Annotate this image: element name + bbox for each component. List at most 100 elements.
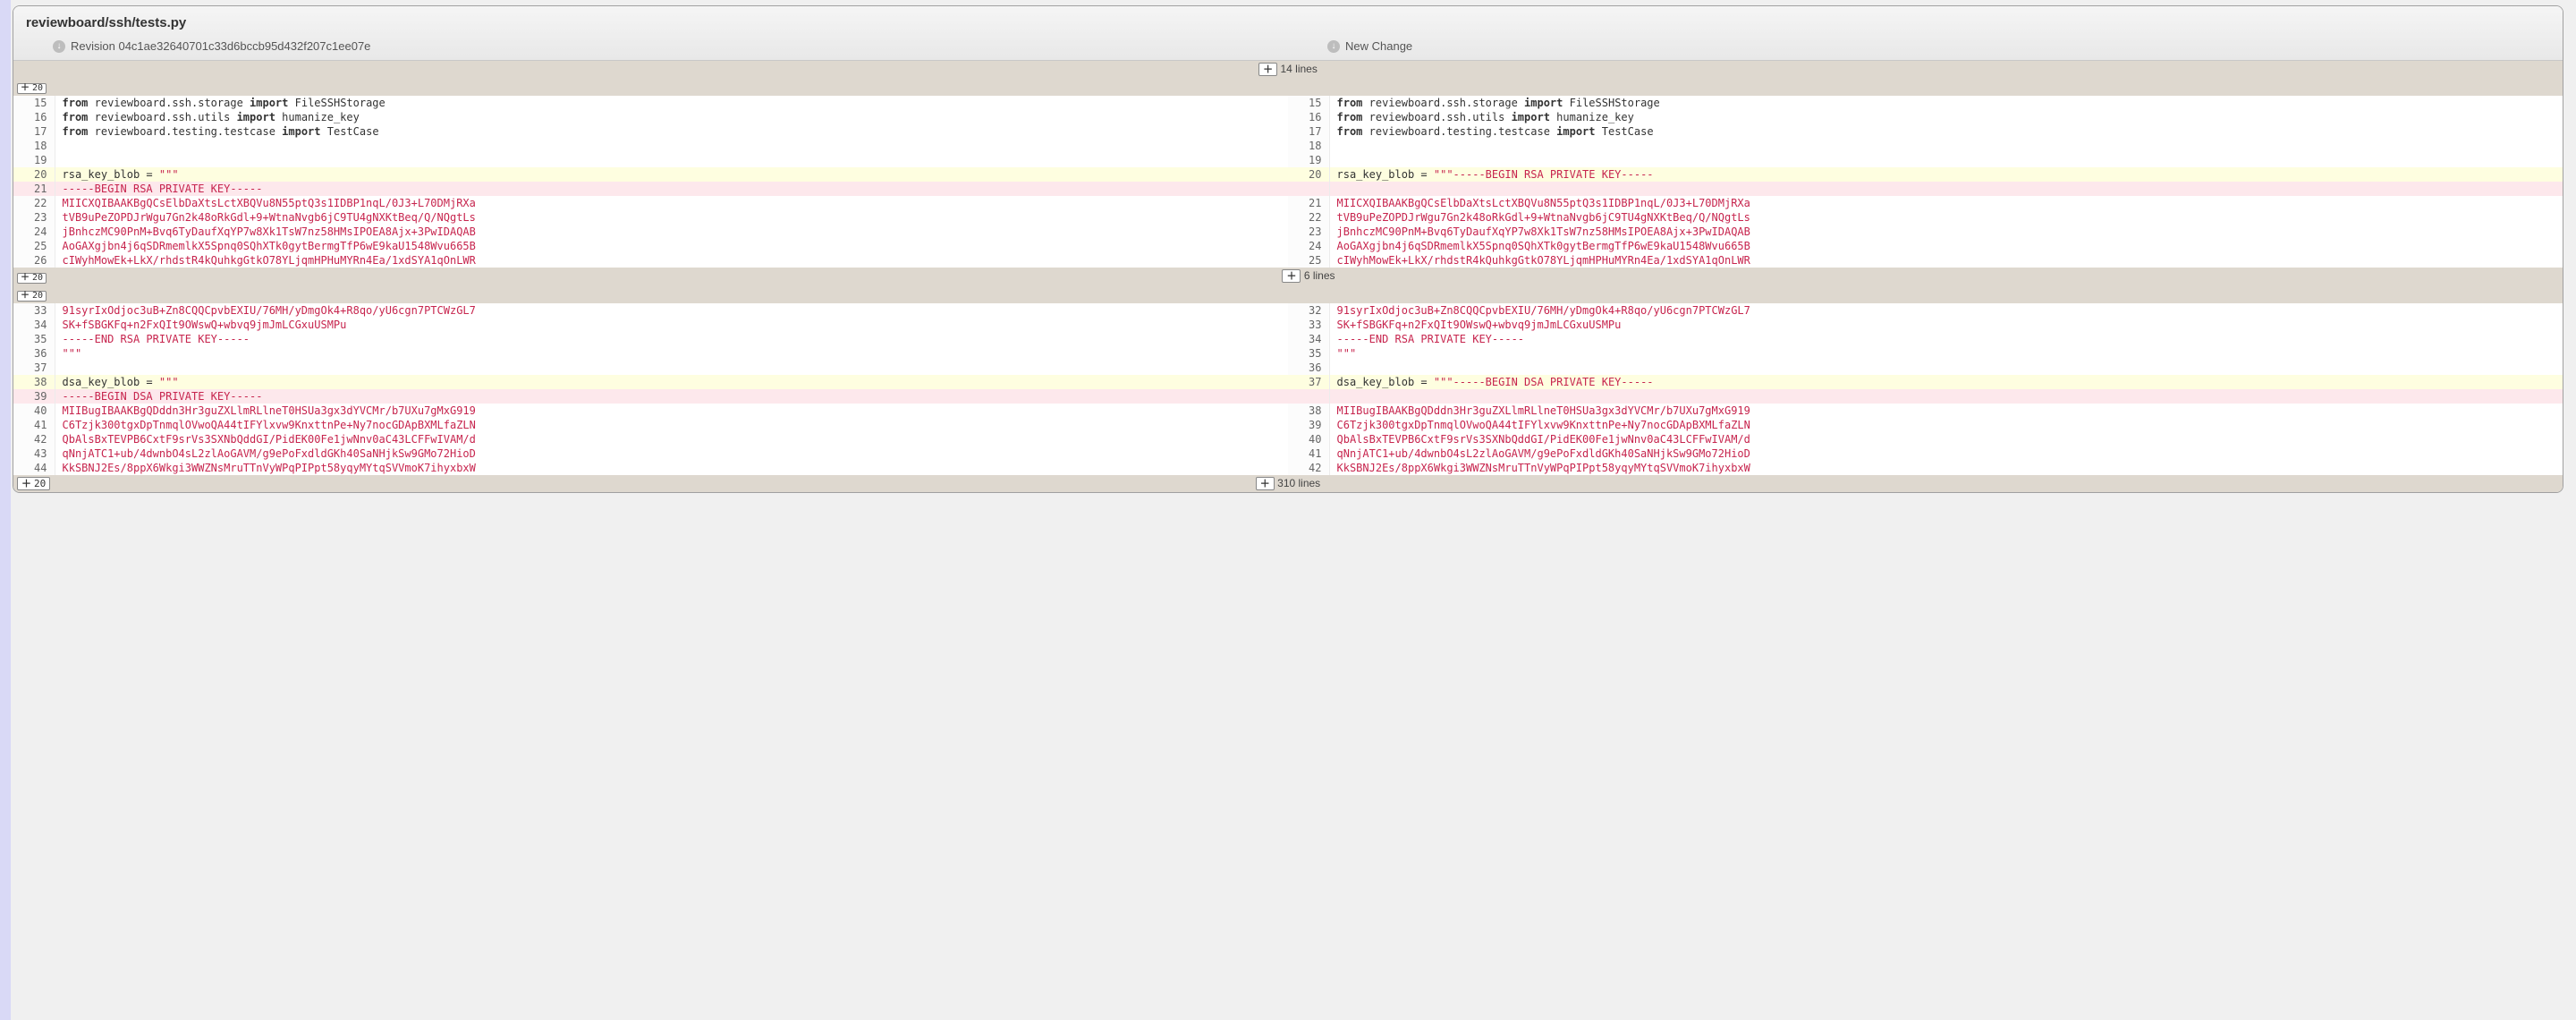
diff-row: 23tVB9uPeZOPDJrWgu7Gn2k48oRkGdl+9+WtnaNv… xyxy=(13,210,2563,225)
line-number-right[interactable]: 23 xyxy=(1288,225,1329,239)
diff-row: 42QbAlsBxTEVPB6CxtF9srVs3SXNbQddGI/PidEK… xyxy=(13,432,2563,446)
code-cell-left: rsa_key_blob = """ xyxy=(55,167,1288,182)
line-number-left[interactable]: 40 xyxy=(13,404,55,418)
line-number-right[interactable]: 36 xyxy=(1288,361,1329,375)
expand-button[interactable]: ＋ xyxy=(1282,269,1301,283)
line-number-right[interactable]: 33 xyxy=(1288,318,1329,332)
code-cell-right: -----END RSA PRIVATE KEY----- xyxy=(1329,332,2563,346)
diff-table: ＋ 14 lines ＋20 15from reviewboard.ssh.st… xyxy=(13,61,2563,475)
line-number-right[interactable]: 24 xyxy=(1288,239,1329,253)
line-number-right[interactable]: 35 xyxy=(1288,346,1329,361)
line-number-left[interactable]: 21 xyxy=(13,182,55,196)
line-number-left[interactable]: 23 xyxy=(13,210,55,225)
expand-20-button[interactable]: ＋20 xyxy=(17,83,47,94)
code-cell-right: AoGAXgjbn4j6qSDRmemlkX5Spnq0SQhXTk0gytBe… xyxy=(1329,239,2563,253)
line-number-left[interactable]: 20 xyxy=(13,167,55,182)
code-cell-left: tVB9uPeZOPDJrWgu7Gn2k48oRkGdl+9+WtnaNvgb… xyxy=(55,210,1288,225)
collapsed-hunk-top: ＋ 14 lines xyxy=(13,61,2563,78)
line-number-right[interactable] xyxy=(1288,389,1329,404)
code-cell-right: rsa_key_blob = """-----BEGIN RSA PRIVATE… xyxy=(1329,167,2563,182)
line-number-left[interactable]: 34 xyxy=(13,318,55,332)
download-icon[interactable]: ↓ xyxy=(53,40,65,53)
code-cell-left: KkSBNJ2Es/8ppX6Wkgi3WWZNsMruTTnVyWPqPIPp… xyxy=(55,461,1288,475)
line-number-right[interactable]: 20 xyxy=(1288,167,1329,182)
line-number-right[interactable]: 38 xyxy=(1288,404,1329,418)
code-cell-left: from reviewboard.testing.testcase import… xyxy=(55,124,1288,139)
line-number-left[interactable]: 44 xyxy=(13,461,55,475)
line-number-right[interactable]: 18 xyxy=(1288,139,1329,153)
line-number-left[interactable]: 17 xyxy=(13,124,55,139)
plus-icon: ＋ xyxy=(1263,64,1273,74)
diff-row: 1818 xyxy=(13,139,2563,153)
expand-20-row: ＋20 xyxy=(13,285,2563,303)
line-number-left[interactable]: 19 xyxy=(13,153,55,167)
line-number-right[interactable]: 37 xyxy=(1288,375,1329,389)
line-number-left[interactable]: 35 xyxy=(13,332,55,346)
code-cell-right xyxy=(1329,389,2563,404)
line-number-right[interactable]: 41 xyxy=(1288,446,1329,461)
line-number-left[interactable]: 18 xyxy=(13,139,55,153)
line-number-left[interactable]: 43 xyxy=(13,446,55,461)
diff-row: 44KkSBNJ2Es/8ppX6Wkgi3WWZNsMruTTnVyWPqPI… xyxy=(13,461,2563,475)
line-number-right[interactable]: 32 xyxy=(1288,303,1329,318)
line-number-left[interactable]: 42 xyxy=(13,432,55,446)
diff-row: 43qNnjATC1+ub/4dwnbO4sL2zlAoGAVM/g9ePoFx… xyxy=(13,446,2563,461)
line-number-right[interactable]: 22 xyxy=(1288,210,1329,225)
line-number-right[interactable]: 17 xyxy=(1288,124,1329,139)
diff-row: 15from reviewboard.ssh.storage import Fi… xyxy=(13,96,2563,110)
diff-row: 40 MIIBugIBAAKBgQDddn3Hr3guZXLlmRLlneT0HS… xyxy=(13,404,2563,418)
code-cell-left: dsa_key_blob = """ xyxy=(55,375,1288,389)
line-number-right[interactable]: 25 xyxy=(1288,253,1329,268)
diff-row: 26cIWyhMowEk+LkX/rhdstR4kQuhkgGtkO78YLjq… xyxy=(13,253,2563,268)
revision-right-label: New Change xyxy=(1345,39,1412,53)
line-number-left[interactable]: 22 xyxy=(13,196,55,210)
line-number-left[interactable]: 41 xyxy=(13,418,55,432)
diff-row: 36"""35""" xyxy=(13,346,2563,361)
line-number-left[interactable]: 16 xyxy=(13,110,55,124)
expand-20-button[interactable]: ＋20 xyxy=(17,477,50,490)
revision-left-label: Revision 04c1ae32640701c33d6bccb95d432f2… xyxy=(71,39,370,53)
code-cell-left xyxy=(55,153,1288,167)
diff-row: 17from reviewboard.testing.testcase impo… xyxy=(13,124,2563,139)
line-number-left[interactable]: 24 xyxy=(13,225,55,239)
line-number-right[interactable]: 39 xyxy=(1288,418,1329,432)
code-cell-right: MIIBugIBAAKBgQDddn3Hr3guZXLlmRLlneT0HSUa… xyxy=(1329,404,2563,418)
code-cell-right: SK+fSBGKFq+n2FxQIt9OWswQ+wbvq9jmJmLCGxuU… xyxy=(1329,318,2563,332)
diff-row: 20rsa_key_blob = """20rsa_key_blob = """… xyxy=(13,167,2563,182)
line-number-left[interactable]: 25 xyxy=(13,239,55,253)
line-number-right[interactable]: 19 xyxy=(1288,153,1329,167)
expand-20-button[interactable]: ＋20 xyxy=(17,273,47,284)
code-cell-left: jBnhczMC90PnM+Bvq6TyDaufXqYP7w8Xk1TsW7nz… xyxy=(55,225,1288,239)
expand-20-button[interactable]: ＋20 xyxy=(17,291,47,302)
line-number-right[interactable]: 21 xyxy=(1288,196,1329,210)
line-number-right[interactable]: 42 xyxy=(1288,461,1329,475)
line-number-left[interactable]: 15 xyxy=(13,96,55,110)
diff-file-panel: reviewboard/ssh/tests.py ↓ Revision 04c1… xyxy=(13,5,2563,493)
diff-row: 24jBnhczMC90PnM+Bvq6TyDaufXqYP7w8Xk1TsW7… xyxy=(13,225,2563,239)
line-number-left[interactable]: 38 xyxy=(13,375,55,389)
expand-button[interactable]: ＋ xyxy=(1256,477,1275,490)
plus-icon: ＋ xyxy=(1260,479,1270,489)
line-number-right[interactable]: 40 xyxy=(1288,432,1329,446)
code-cell-right: """ xyxy=(1329,346,2563,361)
download-icon[interactable]: ↓ xyxy=(1327,40,1340,53)
line-number-right[interactable]: 15 xyxy=(1288,96,1329,110)
line-number-left[interactable]: 36 xyxy=(13,346,55,361)
line-number-left[interactable]: 33 xyxy=(13,303,55,318)
line-number-left[interactable]: 39 xyxy=(13,389,55,404)
plus-icon: ＋ xyxy=(21,84,30,93)
diff-row: 37 36 xyxy=(13,361,2563,375)
line-number-left[interactable]: 37 xyxy=(13,361,55,375)
code-cell-left: AoGAXgjbn4j6qSDRmemlkX5Spnq0SQhXTk0gytBe… xyxy=(55,239,1288,253)
line-number-right[interactable]: 34 xyxy=(1288,332,1329,346)
line-number-right[interactable] xyxy=(1288,182,1329,196)
expand-button[interactable]: ＋ xyxy=(1258,63,1277,76)
code-cell-left: QbAlsBxTEVPB6CxtF9srVs3SXNbQddGI/PidEK00… xyxy=(55,432,1288,446)
diff-row: 21-----BEGIN RSA PRIVATE KEY----- xyxy=(13,182,2563,196)
line-number-left[interactable]: 26 xyxy=(13,253,55,268)
code-cell-left xyxy=(55,361,1288,375)
line-number-right[interactable]: 16 xyxy=(1288,110,1329,124)
code-cell-left: from reviewboard.ssh.utils import humani… xyxy=(55,110,1288,124)
diff-row: 25AoGAXgjbn4j6qSDRmemlkX5Spnq0SQhXTk0gyt… xyxy=(13,239,2563,253)
code-cell-right xyxy=(1329,153,2563,167)
